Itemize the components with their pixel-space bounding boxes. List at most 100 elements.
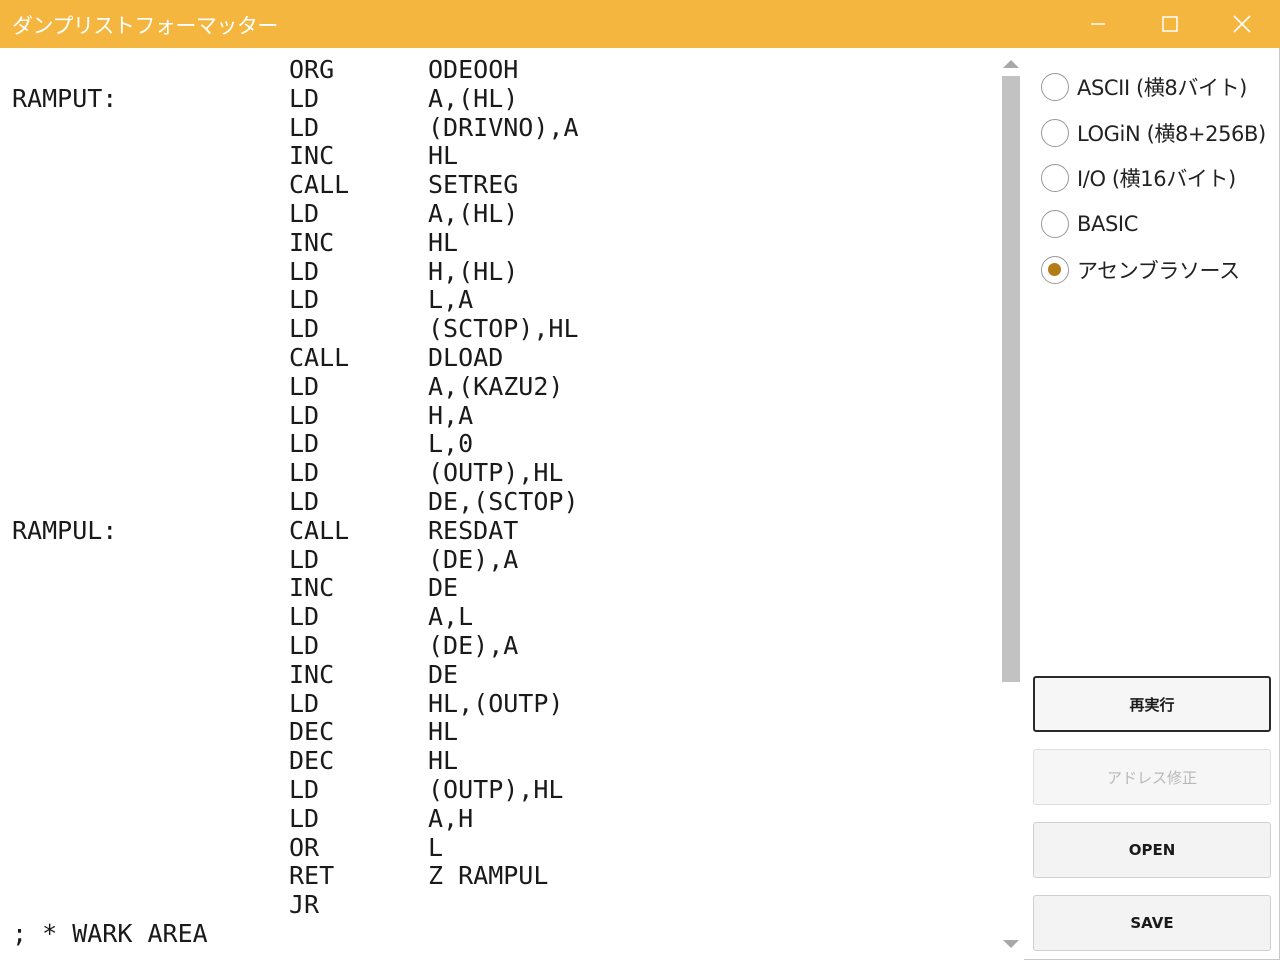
code-line: LD A,(HL) xyxy=(12,198,992,229)
vertical-scrollbar[interactable] xyxy=(998,48,1024,960)
code-label: RAMPUL: xyxy=(12,515,118,545)
code-line: LD H,(HL) xyxy=(12,257,992,287)
code-operand: L,0 xyxy=(428,429,474,459)
code-mnemonic: LD xyxy=(289,371,320,401)
close-icon xyxy=(1233,15,1251,33)
code-line: LD L,0 xyxy=(12,430,992,459)
radio-ascii[interactable]: ASCII (横8バイト) xyxy=(1041,71,1247,103)
code-mnemonic: ORG xyxy=(289,55,335,84)
radio-login-label: LOGiN (横8+256B) xyxy=(1077,122,1266,146)
code-line: LD (OUTP),HL xyxy=(12,458,992,488)
code-mnemonic: LD xyxy=(289,602,320,632)
code-line: CALL DLOAD xyxy=(12,342,992,373)
radio-ascii-label: ASCII (横8バイト) xyxy=(1077,76,1247,100)
code-line: DEC HL xyxy=(12,718,992,747)
code-lines: ORG ODEOOH RAMPUT: LD A,(HL) LD (DRIVNO),A INC H… xyxy=(12,55,992,949)
code-mnemonic: LD xyxy=(289,400,320,430)
code-operand: (OUTP),HL xyxy=(428,774,564,804)
code-operand: SETREG xyxy=(428,170,519,200)
side-panel: ASCII (横8バイト) LOGiN (横8+256B) I/O (横16バイ… xyxy=(1025,48,1279,959)
code-line: INC HL xyxy=(12,227,992,258)
code-mnemonic: JR xyxy=(289,890,320,920)
code-mnemonic: INC xyxy=(289,573,335,603)
code-line: ; * WARK AREA xyxy=(12,918,992,949)
radio-assembler-source-circle[interactable] xyxy=(1041,256,1069,284)
code-line: LD H,A xyxy=(12,400,992,431)
code-mnemonic: LD xyxy=(289,803,320,833)
maximize-icon xyxy=(1162,16,1178,32)
code-mnemonic: LD xyxy=(289,458,320,488)
close-button[interactable] xyxy=(1206,0,1278,48)
code-mnemonic: LD xyxy=(289,630,320,660)
code-mnemonic: LD xyxy=(289,285,320,315)
code-mnemonic: LD xyxy=(289,486,320,516)
code-mnemonic: LD xyxy=(289,198,320,228)
code-label: RAMPUT: xyxy=(12,83,118,113)
code-operand: A,L xyxy=(428,602,474,632)
scroll-up-button[interactable] xyxy=(1002,56,1020,72)
scroll-thumb[interactable] xyxy=(1002,76,1020,682)
code-operand: HL,(OUTP) xyxy=(428,688,564,718)
code-operand: HL xyxy=(428,227,459,257)
minimize-button[interactable] xyxy=(1062,0,1134,48)
code-line: INC DE xyxy=(12,574,992,603)
code-operand: (OUTP),HL xyxy=(428,458,564,488)
radio-assembler-source[interactable]: アセンブラソース xyxy=(1041,254,1240,286)
fix-address-button: アドレス修正 xyxy=(1033,749,1271,805)
radio-ascii-circle[interactable] xyxy=(1041,73,1069,101)
code-operand: DE xyxy=(428,573,459,603)
code-mnemonic: CALL xyxy=(289,342,350,372)
code-operand: (DE),A xyxy=(428,544,519,574)
title-bar[interactable]: ダンプリストフォーマッター xyxy=(0,0,1280,48)
code-mnemonic: LD xyxy=(289,688,320,718)
radio-assembler-source-label: アセンブラソース xyxy=(1077,259,1240,283)
code-line: INC HL xyxy=(12,142,992,171)
code-mnemonic: DEC xyxy=(289,746,335,776)
code-line: LD (SCTOP),HL xyxy=(12,314,992,344)
code-operand: HL xyxy=(428,141,459,171)
code-line: RAMPUT: LD A,(HL) xyxy=(12,83,992,114)
code-line: LD L,A xyxy=(12,286,992,315)
code-line: LD HL,(OUTP) xyxy=(12,688,992,719)
radio-login-circle[interactable] xyxy=(1041,119,1069,147)
rerun-button[interactable]: 再実行 xyxy=(1033,676,1271,732)
assembly-source-view[interactable]: ORG ODEOOH RAMPUT: LD A,(HL) LD (DRIVNO),A INC H… xyxy=(0,48,1024,960)
code-line: JR xyxy=(12,890,992,920)
code-line: RET Z RAMPUL xyxy=(12,862,992,891)
code-line: DEC HL xyxy=(12,746,992,776)
code-operand: ODEOOH xyxy=(428,55,519,84)
code-mnemonic: LD xyxy=(289,774,320,804)
radio-login[interactable]: LOGiN (横8+256B) xyxy=(1041,117,1266,149)
radio-basic[interactable]: BASIC xyxy=(1041,208,1138,240)
code-mnemonic: LD xyxy=(289,429,320,459)
code-line: CALL SETREG xyxy=(12,170,992,200)
code-operand: DE,(SCTOP) xyxy=(428,486,579,516)
code-mnemonic: OR xyxy=(289,832,320,862)
radio-basic-circle[interactable] xyxy=(1041,210,1069,238)
code-line: RAMPUL: CALL RESDAT xyxy=(12,515,992,546)
code-line: LD A,(KAZU2) xyxy=(12,371,992,402)
code-line: LD (DRIVNO),A xyxy=(12,112,992,143)
code-line: LD A,H xyxy=(12,803,992,834)
radio-io-circle[interactable] xyxy=(1041,164,1069,192)
code-mnemonic: LD xyxy=(289,83,320,113)
code-operand: A,H xyxy=(428,803,474,833)
code-line: OR L xyxy=(12,832,992,863)
code-label: ; * WARK AREA xyxy=(12,918,208,948)
code-operand: (SCTOP),HL xyxy=(428,314,579,344)
code-operand: (DE),A xyxy=(428,630,519,660)
window-title: ダンプリストフォーマッター xyxy=(12,14,278,38)
code-mnemonic: INC xyxy=(289,659,335,689)
code-operand: H,A xyxy=(428,400,474,430)
code-operand: DE xyxy=(428,659,459,689)
code-operand: (DRIVNO),A xyxy=(428,112,579,142)
code-line: LD A,L xyxy=(12,602,992,632)
maximize-button[interactable] xyxy=(1134,0,1206,48)
save-button[interactable]: SAVE xyxy=(1033,895,1271,951)
code-line: INC DE xyxy=(12,659,992,690)
scroll-down-button[interactable] xyxy=(1002,936,1020,952)
open-button[interactable]: OPEN xyxy=(1033,822,1271,878)
code-operand: A,(HL) xyxy=(428,198,519,228)
radio-basic-label: BASIC xyxy=(1077,212,1138,236)
radio-io[interactable]: I/O (横16バイト) xyxy=(1041,162,1236,194)
